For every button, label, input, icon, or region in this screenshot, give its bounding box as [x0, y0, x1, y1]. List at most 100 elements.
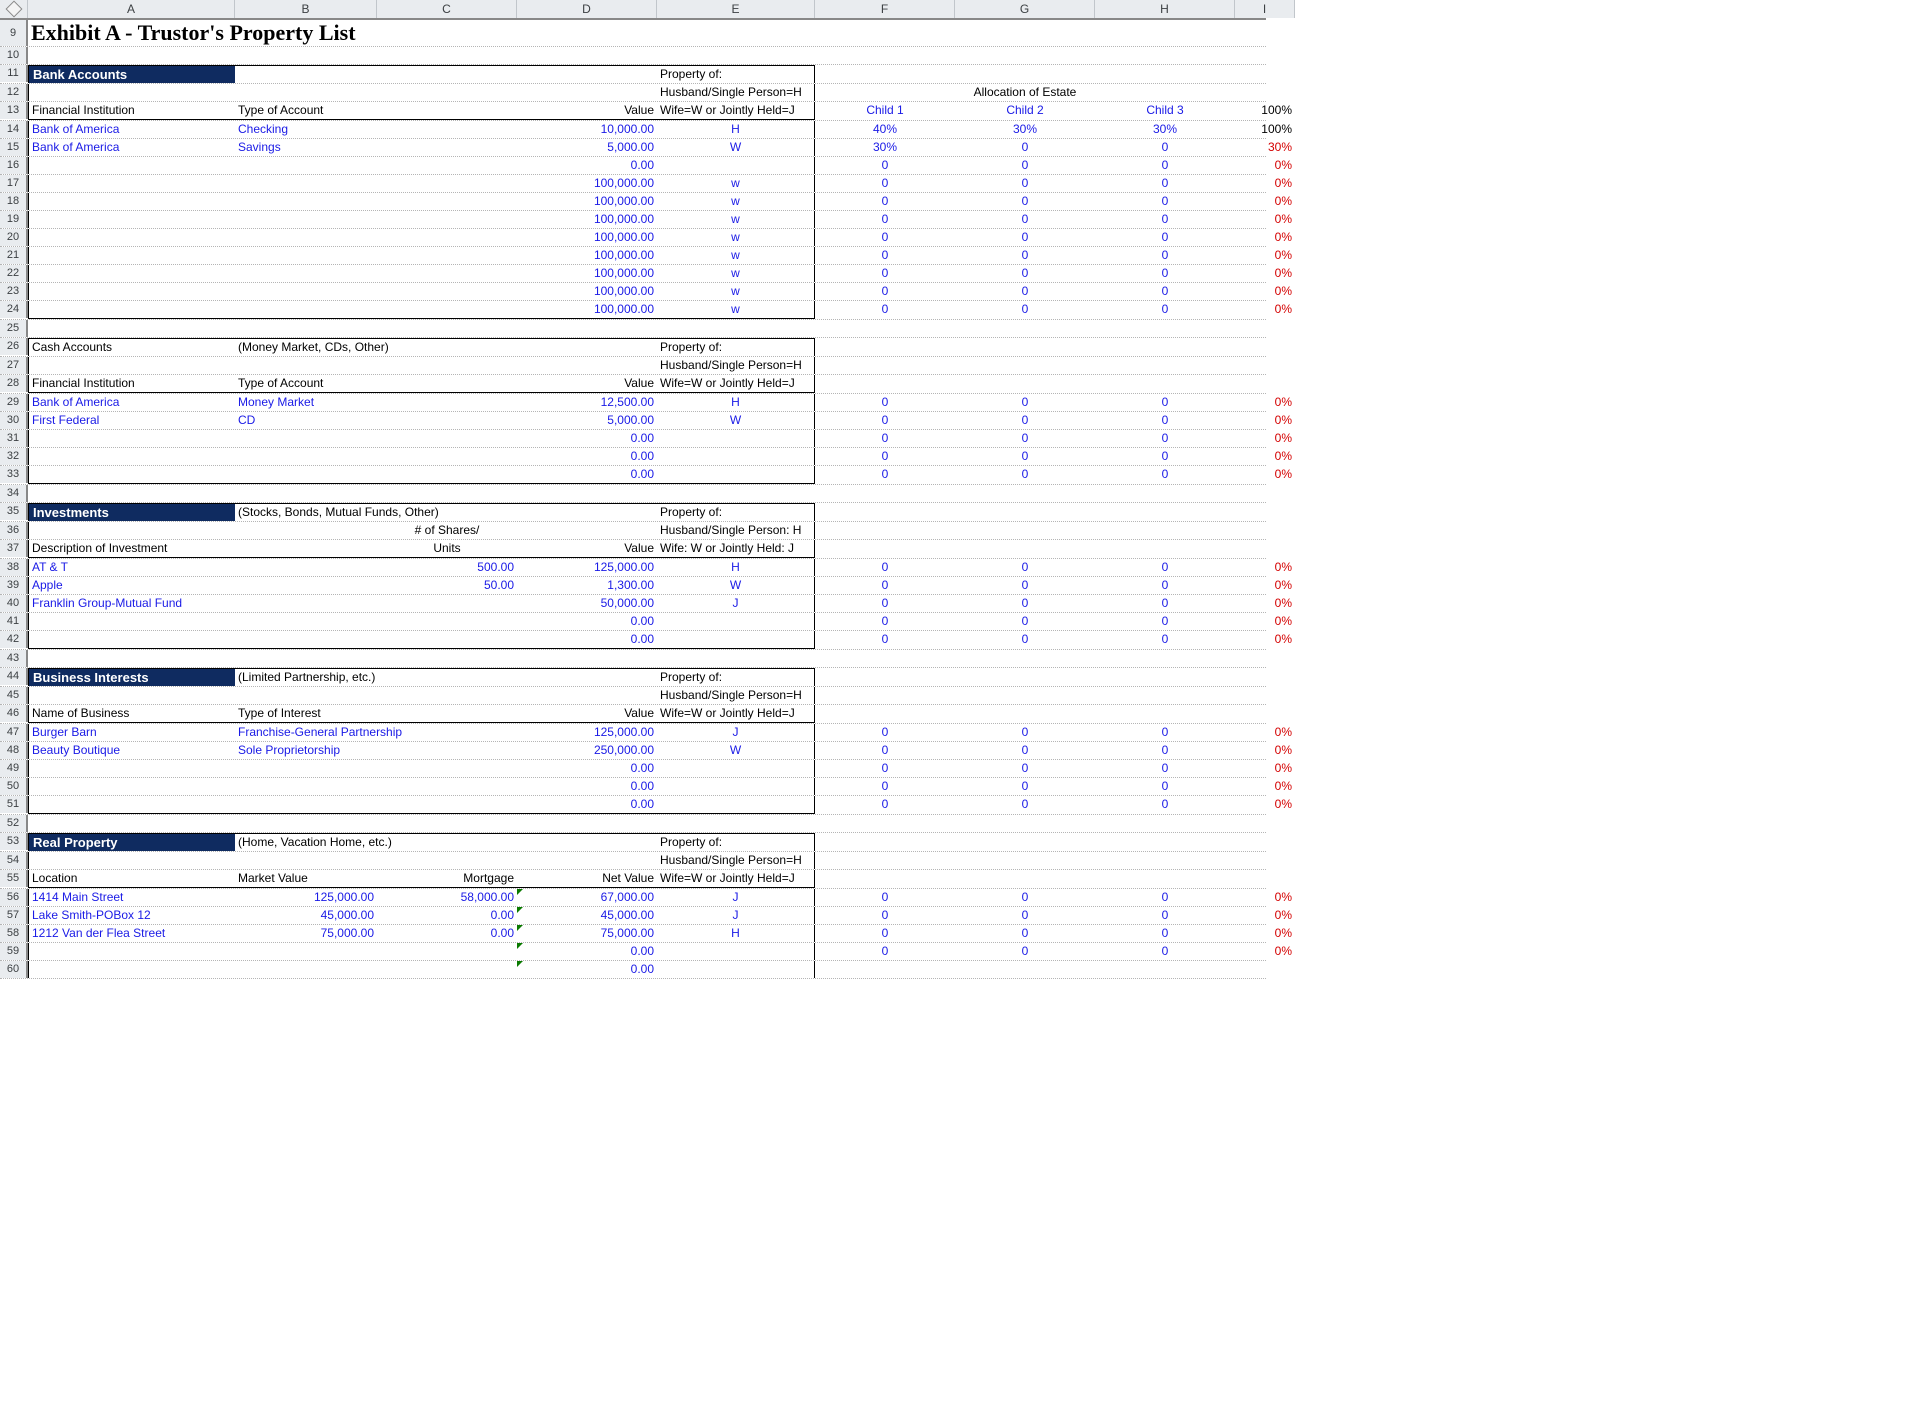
cell-35-F[interactable] — [815, 503, 955, 520]
cell-31-E[interactable] — [657, 430, 815, 447]
cell-29-H[interactable]: 0 — [1095, 394, 1235, 411]
cell-15-G[interactable]: 0 — [955, 139, 1095, 156]
cell-33-I[interactable]: 0% — [1235, 466, 1295, 483]
cell-18-G[interactable]: 0 — [955, 193, 1095, 210]
cell-37-C[interactable]: Units — [377, 540, 517, 558]
cell-35-E[interactable]: Property of: — [657, 503, 815, 521]
cell-9-C[interactable] — [377, 20, 517, 46]
cell-32-I[interactable]: 0% — [1235, 448, 1295, 465]
cell-9-G[interactable] — [955, 20, 1095, 46]
cell-28-C[interactable] — [377, 375, 517, 393]
cell-57-H[interactable]: 0 — [1095, 907, 1235, 924]
cell-23-B[interactable] — [235, 283, 377, 300]
cell-34-F[interactable] — [815, 485, 955, 502]
cell-13-F[interactable]: Child 1 — [815, 102, 955, 119]
cell-36-H[interactable] — [1095, 522, 1235, 539]
cell-46-C[interactable] — [377, 705, 517, 723]
cell-49-H[interactable]: 0 — [1095, 760, 1235, 777]
cell-16-E[interactable] — [657, 157, 815, 174]
cell-14-I[interactable]: 100% — [1235, 121, 1295, 138]
row-header-11[interactable]: 11 — [0, 65, 28, 82]
cell-48-H[interactable]: 0 — [1095, 742, 1235, 759]
cell-21-F[interactable]: 0 — [815, 247, 955, 264]
cell-57-F[interactable]: 0 — [815, 907, 955, 924]
cell-36-I[interactable] — [1235, 522, 1295, 539]
cell-52-F[interactable] — [815, 815, 955, 832]
cell-57-C[interactable]: 0.00 — [377, 907, 517, 924]
cell-11-I[interactable] — [1235, 65, 1295, 82]
cell-38-G[interactable]: 0 — [955, 559, 1095, 576]
cell-25-B[interactable] — [235, 320, 377, 337]
cell-53-D[interactable] — [517, 833, 657, 851]
cell-42-E[interactable] — [657, 631, 815, 649]
cell-45-I[interactable] — [1235, 687, 1295, 704]
row-header-49[interactable]: 49 — [0, 760, 28, 777]
cell-39-A[interactable]: Apple — [28, 577, 235, 594]
cell-44-F[interactable] — [815, 668, 955, 685]
cell-22-F[interactable]: 0 — [815, 265, 955, 282]
cell-14-C[interactable] — [377, 121, 517, 138]
cell-14-E[interactable]: H — [657, 121, 815, 138]
cell-43-D[interactable] — [517, 650, 657, 667]
cell-13-A[interactable]: Financial Institution — [28, 102, 235, 120]
cell-25-F[interactable] — [815, 320, 955, 337]
cell-40-C[interactable] — [377, 595, 517, 612]
cell-50-G[interactable]: 0 — [955, 778, 1095, 795]
row-header-56[interactable]: 56 — [0, 889, 28, 906]
cell-51-G[interactable]: 0 — [955, 796, 1095, 813]
cell-17-C[interactable] — [377, 175, 517, 192]
cell-54-G[interactable] — [955, 852, 1095, 869]
cell-57-I[interactable]: 0% — [1235, 907, 1295, 924]
cell-38-I[interactable]: 0% — [1235, 559, 1295, 576]
cell-42-F[interactable]: 0 — [815, 631, 955, 648]
cell-55-D[interactable]: Net Value — [517, 870, 657, 888]
cell-27-G[interactable] — [955, 357, 1095, 374]
row-header-17[interactable]: 17 — [0, 175, 28, 192]
cell-44-G[interactable] — [955, 668, 1095, 685]
cell-16-G[interactable]: 0 — [955, 157, 1095, 174]
cell-57-B[interactable]: 45,000.00 — [235, 907, 377, 924]
cell-60-D[interactable]: 0.00 — [517, 961, 657, 978]
cell-50-F[interactable]: 0 — [815, 778, 955, 795]
cell-36-A[interactable] — [28, 522, 235, 539]
cell-33-H[interactable]: 0 — [1095, 466, 1235, 483]
cell-23-A[interactable] — [28, 283, 235, 300]
cell-38-A[interactable]: AT & T — [28, 559, 235, 576]
cell-23-E[interactable]: w — [657, 283, 815, 300]
cell-31-I[interactable]: 0% — [1235, 430, 1295, 447]
cell-25-I[interactable] — [1235, 320, 1295, 337]
cell-46-H[interactable] — [1095, 705, 1235, 722]
cell-12-B[interactable] — [235, 84, 377, 101]
cell-44-E[interactable]: Property of: — [657, 668, 815, 686]
row-header-16[interactable]: 16 — [0, 157, 28, 174]
cell-53-A[interactable]: Real Property — [28, 833, 235, 851]
cell-53-H[interactable] — [1095, 833, 1235, 850]
cell-27-C[interactable] — [377, 357, 517, 374]
cell-46-D[interactable]: Value — [517, 705, 657, 723]
cell-24-G[interactable]: 0 — [955, 301, 1095, 318]
row-header-35[interactable]: 35 — [0, 503, 28, 520]
row-header-10[interactable]: 10 — [0, 47, 28, 64]
cell-38-F[interactable]: 0 — [815, 559, 955, 576]
cell-24-F[interactable]: 0 — [815, 301, 955, 318]
cell-19-I[interactable]: 0% — [1235, 211, 1295, 228]
cell-22-H[interactable]: 0 — [1095, 265, 1235, 282]
cell-53-B[interactable]: (Home, Vacation Home, etc.) — [235, 833, 377, 851]
cell-46-A[interactable]: Name of Business — [28, 705, 235, 723]
cell-59-G[interactable]: 0 — [955, 943, 1095, 960]
cell-16-F[interactable]: 0 — [815, 157, 955, 174]
cell-36-D[interactable] — [517, 522, 657, 539]
cell-51-D[interactable]: 0.00 — [517, 796, 657, 814]
cell-58-F[interactable]: 0 — [815, 925, 955, 942]
cell-57-E[interactable]: J — [657, 907, 815, 924]
cell-23-I[interactable]: 0% — [1235, 283, 1295, 300]
cell-56-G[interactable]: 0 — [955, 889, 1095, 906]
cell-17-H[interactable]: 0 — [1095, 175, 1235, 192]
cell-31-A[interactable] — [28, 430, 235, 447]
cell-47-I[interactable]: 0% — [1235, 724, 1295, 741]
cell-54-A[interactable] — [28, 852, 235, 869]
cell-48-A[interactable]: Beauty Boutique — [28, 742, 235, 759]
cell-16-B[interactable] — [235, 157, 377, 174]
cell-56-D[interactable]: 67,000.00 — [517, 889, 657, 906]
cell-23-H[interactable]: 0 — [1095, 283, 1235, 300]
